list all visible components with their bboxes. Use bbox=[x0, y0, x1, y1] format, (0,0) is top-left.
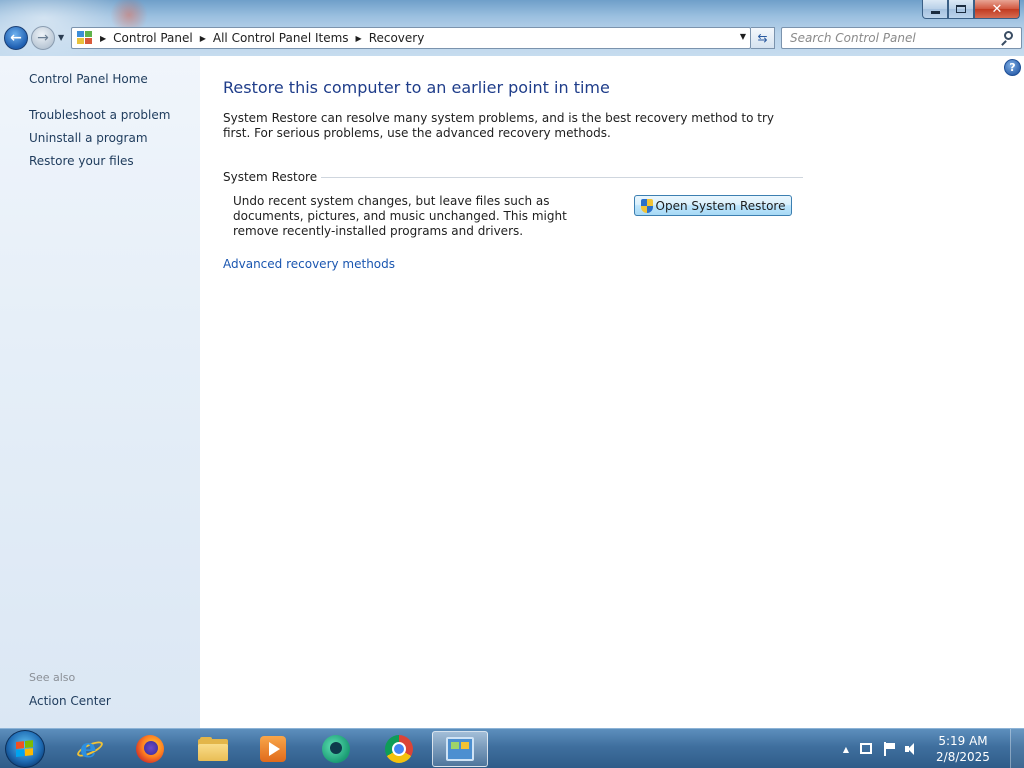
task-pane: Control Panel Home Troubleshoot a proble… bbox=[0, 56, 200, 728]
open-system-restore-button[interactable]: Open System Restore bbox=[634, 195, 792, 216]
back-button[interactable]: ← bbox=[4, 26, 28, 50]
control-panel-icon bbox=[77, 31, 93, 45]
breadcrumb-chevron-icon[interactable]: ▶ bbox=[200, 34, 206, 43]
address-history-dropdown[interactable]: ▼ bbox=[740, 32, 746, 41]
breadcrumb-chevron-icon[interactable]: ▶ bbox=[356, 34, 362, 43]
internet-explorer-icon: e bbox=[75, 735, 105, 763]
taskbar-internet-explorer[interactable]: e bbox=[62, 731, 118, 767]
search-box[interactable] bbox=[781, 27, 1022, 49]
taskbar-chat-app[interactable] bbox=[308, 731, 364, 767]
taskbar-chrome[interactable] bbox=[371, 731, 427, 767]
firefox-icon bbox=[136, 735, 164, 763]
taskbar: e ▲ 5:19 AM 2/8/2025 bbox=[0, 728, 1024, 768]
open-system-restore-label: Open System Restore bbox=[655, 198, 786, 213]
section-title: System Restore bbox=[223, 170, 318, 184]
windows-logo-icon bbox=[16, 740, 34, 758]
chat-app-icon bbox=[322, 735, 350, 763]
refresh-button[interactable]: ⇆ bbox=[751, 27, 775, 49]
close-button[interactable]: ✕ bbox=[974, 0, 1020, 19]
sidebar-item-uninstall[interactable]: Uninstall a program bbox=[29, 131, 148, 145]
sidebar-item-restore-files[interactable]: Restore your files bbox=[29, 154, 134, 168]
system-tray: ▲ 5:19 AM 2/8/2025 bbox=[843, 729, 1024, 768]
show-desktop-button[interactable] bbox=[1010, 729, 1024, 768]
window-controls: ✕ bbox=[922, 0, 1020, 19]
forward-button[interactable]: → bbox=[31, 26, 55, 50]
start-button[interactable] bbox=[5, 730, 45, 768]
clock-date: 2/8/2025 bbox=[936, 750, 990, 764]
breadcrumb-recovery[interactable]: Recovery bbox=[369, 31, 425, 45]
search-icon[interactable] bbox=[1001, 30, 1017, 46]
restore-icon bbox=[956, 5, 966, 13]
media-player-icon bbox=[260, 736, 286, 762]
uac-shield-icon bbox=[640, 198, 653, 213]
breadcrumb-all-items[interactable]: All Control Panel Items bbox=[213, 31, 349, 45]
section-description: Undo recent system changes, but leave fi… bbox=[233, 194, 567, 238]
main-content: ? Restore this computer to an earlier po… bbox=[200, 56, 1024, 728]
sidebar-item-troubleshoot[interactable]: Troubleshoot a problem bbox=[29, 108, 170, 122]
taskbar-control-panel[interactable] bbox=[432, 731, 488, 767]
advanced-recovery-link[interactable]: Advanced recovery methods bbox=[223, 257, 395, 271]
action-center-flag-icon[interactable] bbox=[882, 742, 896, 756]
control-panel-home-link[interactable]: Control Panel Home bbox=[29, 72, 148, 86]
recent-pages-dropdown[interactable]: ▼ bbox=[58, 33, 64, 42]
taskbar-firefox[interactable] bbox=[122, 731, 178, 767]
section-divider bbox=[321, 176, 803, 178]
file-explorer-icon bbox=[198, 737, 228, 761]
page-title: Restore this computer to an earlier poin… bbox=[223, 78, 610, 97]
taskbar-media-player[interactable] bbox=[245, 731, 301, 767]
breadcrumb-control-panel[interactable]: Control Panel bbox=[113, 31, 193, 45]
close-icon: ✕ bbox=[991, 1, 1003, 17]
clock[interactable]: 5:19 AM 2/8/2025 bbox=[928, 733, 998, 765]
window-titlebar: ✕ ← → ▼ ▶ Control Panel ▶ All Control Pa… bbox=[0, 0, 1024, 56]
show-hidden-icons-button[interactable]: ▲ bbox=[843, 745, 849, 754]
intro-text: System Restore can resolve many system p… bbox=[223, 111, 775, 140]
address-bar[interactable]: ▶ Control Panel ▶ All Control Panel Item… bbox=[71, 27, 751, 49]
minimize-icon bbox=[930, 10, 940, 14]
maximize-button[interactable] bbox=[948, 0, 974, 19]
volume-icon[interactable] bbox=[905, 742, 919, 756]
see-also-heading: See also bbox=[29, 671, 76, 684]
taskbar-file-explorer[interactable] bbox=[185, 731, 241, 767]
arrow-left-icon: ← bbox=[10, 30, 22, 46]
arrow-right-icon: → bbox=[37, 30, 49, 46]
clock-time: 5:19 AM bbox=[938, 734, 988, 748]
breadcrumb-chevron-icon[interactable]: ▶ bbox=[100, 34, 106, 43]
chrome-icon bbox=[385, 735, 413, 763]
minimize-button[interactable] bbox=[922, 0, 948, 19]
refresh-icon: ⇆ bbox=[757, 31, 768, 45]
help-icon[interactable]: ? bbox=[1004, 59, 1021, 76]
system-restore-section: System Restore bbox=[223, 169, 803, 185]
search-input[interactable] bbox=[782, 29, 1001, 47]
see-also-action-center[interactable]: Action Center bbox=[29, 694, 111, 708]
network-icon[interactable] bbox=[859, 742, 873, 756]
control-panel-icon bbox=[446, 737, 474, 761]
